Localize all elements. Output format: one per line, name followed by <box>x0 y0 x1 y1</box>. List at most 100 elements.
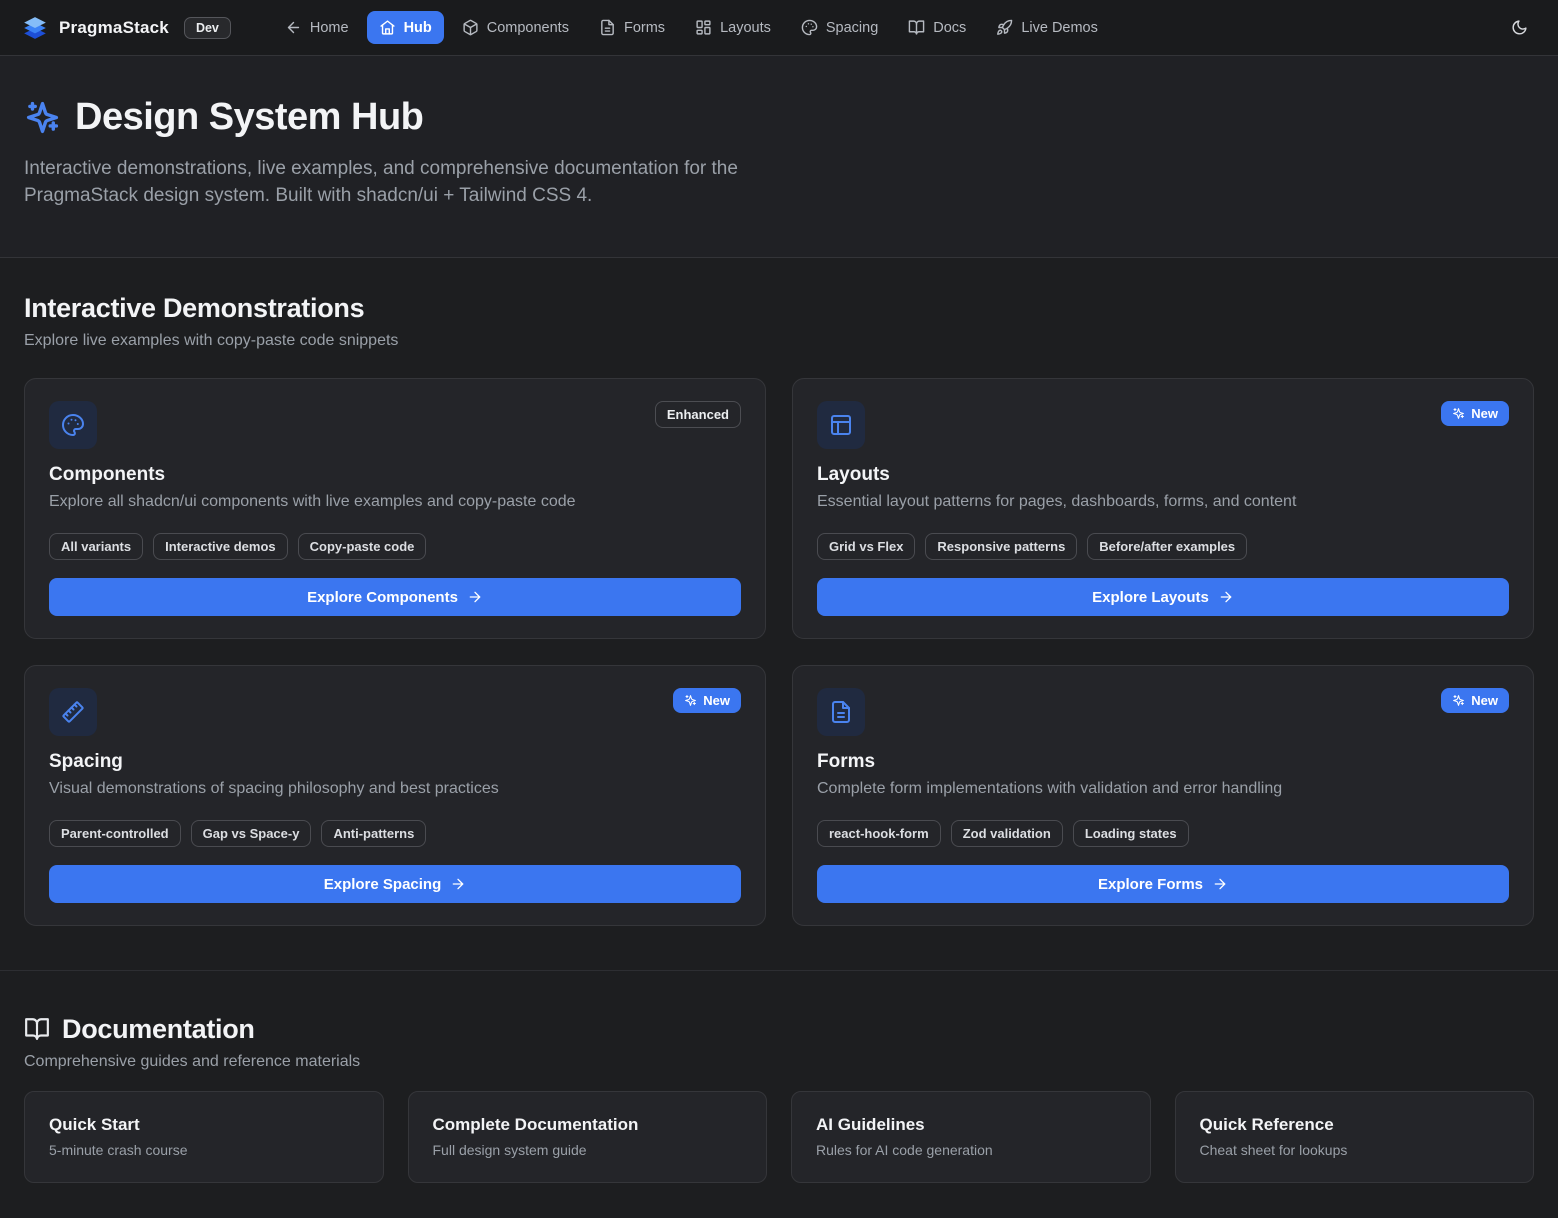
explore-button[interactable]: Explore Components <box>49 578 741 616</box>
demos-section: Interactive Demonstrations Explore live … <box>24 292 1534 926</box>
card-title: Spacing <box>49 750 741 774</box>
doc-card-description: Full design system guide <box>433 1140 743 1160</box>
doc-card-grid: Quick Start 5-minute crash course Comple… <box>24 1091 1534 1183</box>
card-badge: New <box>1441 401 1509 426</box>
tag-badge: Zod validation <box>951 820 1063 847</box>
card-title: Layouts <box>817 463 1509 487</box>
sparkles-icon <box>1452 407 1465 420</box>
doc-card-description: 5-minute crash course <box>49 1140 359 1160</box>
docs-section: Documentation Comprehensive guides and r… <box>24 1013 1534 1183</box>
sparkles-icon <box>24 99 61 136</box>
doc-card-quick-reference[interactable]: Quick Reference Cheat sheet for lookups <box>1175 1091 1535 1183</box>
docs-subheading: Comprehensive guides and reference mater… <box>24 1051 1534 1073</box>
demo-card-spacing: New Spacing Visual demonstrations of spa… <box>24 665 766 926</box>
page-title: Design System Hub <box>75 96 423 139</box>
card-description: Visual demonstrations of spacing philoso… <box>49 778 741 800</box>
nav-item-forms[interactable]: Forms <box>587 11 677 44</box>
explore-button[interactable]: Explore Layouts <box>817 578 1509 616</box>
nav-item-spacing[interactable]: Spacing <box>789 11 890 44</box>
demo-card-layouts: New Layouts Essential layout patterns fo… <box>792 378 1534 639</box>
arrow-right-icon <box>1212 876 1228 892</box>
tag-badge: react-hook-form <box>817 820 941 847</box>
box-icon <box>462 19 479 36</box>
nav-item-live-demos[interactable]: Live Demos <box>984 11 1110 44</box>
nav-item-docs[interactable]: Docs <box>896 11 978 44</box>
card-tags: react-hook-form Zod validation Loading sta… <box>817 820 1509 847</box>
card-icon-tile <box>817 688 865 736</box>
home-icon <box>379 19 396 36</box>
layout-panels-icon <box>829 413 853 437</box>
card-tags: Grid vs Flex Responsive patterns Before/af… <box>817 533 1509 560</box>
moon-icon <box>1511 19 1528 36</box>
doc-card-title: Quick Reference <box>1200 1114 1510 1136</box>
card-description: Explore all shadcn/ui components with li… <box>49 491 741 513</box>
doc-card-complete-documentation[interactable]: Complete Documentation Full design syste… <box>408 1091 768 1183</box>
doc-card-description: Rules for AI code generation <box>816 1140 1126 1160</box>
tag-badge: Responsive patterns <box>925 533 1077 560</box>
main-content: Interactive Demonstrations Explore live … <box>0 258 1558 1183</box>
doc-card-description: Cheat sheet for lookups <box>1200 1140 1510 1160</box>
card-badge: New <box>1441 688 1509 713</box>
theme-toggle-button[interactable] <box>1503 11 1536 44</box>
card-badge: New <box>673 688 741 713</box>
demos-heading: Interactive Demonstrations <box>24 292 1534 324</box>
rocket-icon <box>996 19 1013 36</box>
tag-badge: Before/after examples <box>1087 533 1247 560</box>
page-subtitle: Interactive demonstrations, live example… <box>24 155 769 209</box>
env-badge: Dev <box>184 17 231 39</box>
card-tags: All variants Interactive demos Copy-paste … <box>49 533 741 560</box>
demo-card-grid: Enhanced Components Explore all shadcn/u… <box>24 378 1534 926</box>
palette-icon <box>61 413 85 437</box>
book-open-icon <box>24 1016 50 1042</box>
demos-subheading: Explore live examples with copy-paste co… <box>24 330 1534 352</box>
section-divider <box>0 970 1558 971</box>
nav-items: Home Hub Components Forms Layouts Spacin… <box>273 11 1110 44</box>
book-open-icon <box>908 19 925 36</box>
nav-item-hub[interactable]: Hub <box>367 11 444 44</box>
demo-card-forms: New Forms Complete form implementations … <box>792 665 1534 926</box>
file-text-icon <box>599 19 616 36</box>
demo-card-components: Enhanced Components Explore all shadcn/u… <box>24 378 766 639</box>
nav-item-home[interactable]: Home <box>273 11 361 44</box>
tag-badge: Copy-paste code <box>298 533 427 560</box>
tag-badge: Interactive demos <box>153 533 288 560</box>
card-description: Essential layout patterns for pages, das… <box>817 491 1509 513</box>
sparkles-icon <box>1452 694 1465 707</box>
card-title: Components <box>49 463 741 487</box>
tag-badge: Parent-controlled <box>49 820 181 847</box>
top-nav: PragmaStack Dev Home Hub Components Form… <box>0 0 1558 56</box>
card-title: Forms <box>817 750 1509 774</box>
doc-card-quick-start[interactable]: Quick Start 5-minute crash course <box>24 1091 384 1183</box>
palette-icon <box>801 19 818 36</box>
brand: PragmaStack Dev <box>22 15 231 41</box>
card-icon-tile <box>49 401 97 449</box>
arrow-left-icon <box>285 19 302 36</box>
sparkles-icon <box>684 694 697 707</box>
file-text-icon <box>829 700 853 724</box>
doc-card-title: Quick Start <box>49 1114 359 1136</box>
tag-badge: All variants <box>49 533 143 560</box>
tag-badge: Anti-patterns <box>321 820 426 847</box>
doc-card-title: AI Guidelines <box>816 1114 1126 1136</box>
card-tags: Parent-controlled Gap vs Space-y Anti-patt… <box>49 820 741 847</box>
layout-dashboard-icon <box>695 19 712 36</box>
tag-badge: Loading states <box>1073 820 1189 847</box>
arrow-right-icon <box>467 589 483 605</box>
nav-item-layouts[interactable]: Layouts <box>683 11 783 44</box>
docs-heading: Documentation <box>62 1013 255 1045</box>
arrow-right-icon <box>450 876 466 892</box>
card-icon-tile <box>49 688 97 736</box>
explore-button[interactable]: Explore Forms <box>817 865 1509 903</box>
card-description: Complete form implementations with valid… <box>817 778 1509 800</box>
tag-badge: Grid vs Flex <box>817 533 915 560</box>
hero-section: Design System Hub Interactive demonstrat… <box>0 56 1558 258</box>
arrow-right-icon <box>1218 589 1234 605</box>
brand-name: PragmaStack <box>59 18 169 38</box>
doc-card-ai-guidelines[interactable]: AI Guidelines Rules for AI code generati… <box>791 1091 1151 1183</box>
ruler-icon <box>61 700 85 724</box>
nav-item-components[interactable]: Components <box>450 11 581 44</box>
card-icon-tile <box>817 401 865 449</box>
explore-button[interactable]: Explore Spacing <box>49 865 741 903</box>
tag-badge: Gap vs Space-y <box>191 820 312 847</box>
card-badge: Enhanced <box>655 401 741 428</box>
